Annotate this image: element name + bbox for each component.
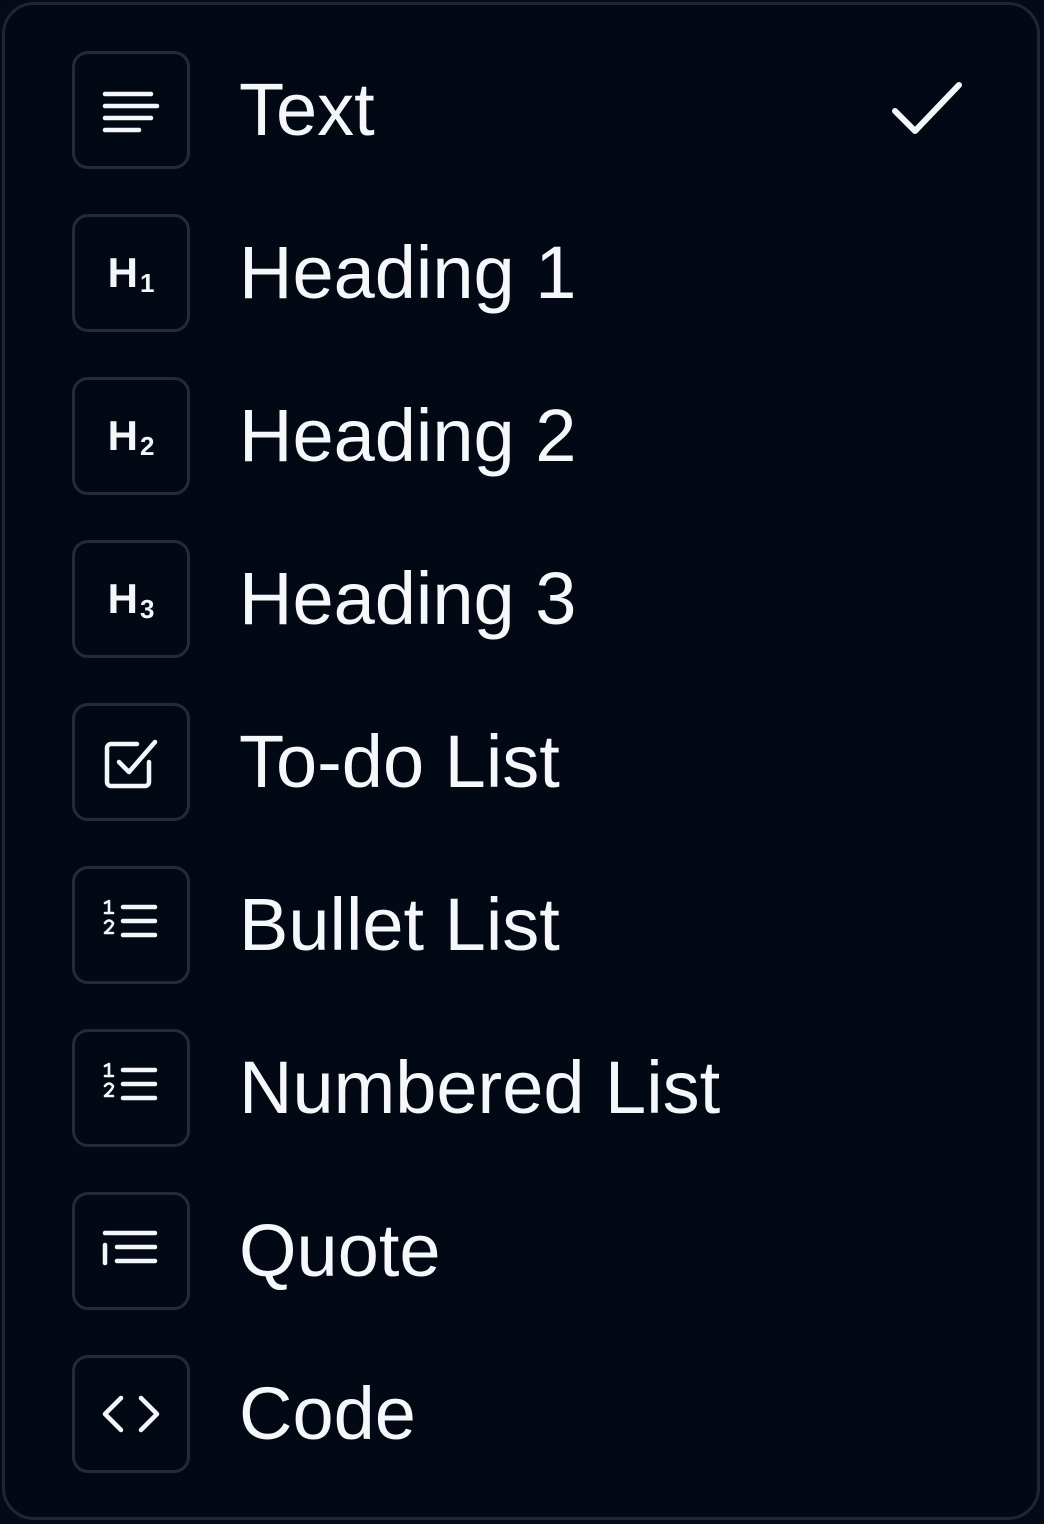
- menu-item-numbered-list[interactable]: Numbered List: [5, 1029, 1037, 1192]
- menu-item-label: To-do List: [239, 720, 560, 803]
- checkmark-icon: [892, 82, 962, 134]
- menu-item-label: Text: [239, 68, 375, 151]
- menu-item-text[interactable]: Text: [5, 51, 1037, 214]
- menu-item-heading-3[interactable]: H3 Heading 3: [5, 540, 1037, 703]
- menu-item-todo-list[interactable]: To-do List: [5, 703, 1037, 866]
- menu-item-label: Heading 2: [239, 394, 577, 477]
- menu-item-label: Heading 3: [239, 557, 577, 640]
- checkbox-icon: [72, 703, 190, 821]
- menu-item-label: Numbered List: [239, 1046, 721, 1129]
- menu-item-heading-2[interactable]: H2 Heading 2: [5, 377, 1037, 540]
- heading-1-icon: H1: [72, 214, 190, 332]
- menu-item-label: Code: [239, 1372, 416, 1455]
- menu-item-label: Quote: [239, 1209, 441, 1292]
- code-icon: [72, 1355, 190, 1473]
- block-type-menu: Text H1 Heading 1 H2 Heading 2 H3 Headin…: [2, 2, 1040, 1520]
- menu-item-heading-1[interactable]: H1 Heading 1: [5, 214, 1037, 377]
- list-ordered-icon: [72, 866, 190, 984]
- list-ordered-icon: [72, 1029, 190, 1147]
- menu-item-label: Heading 1: [239, 231, 577, 314]
- heading-2-icon: H2: [72, 377, 190, 495]
- quote-icon: [72, 1192, 190, 1310]
- menu-item-bullet-list[interactable]: Bullet List: [5, 866, 1037, 1029]
- heading-3-icon: H3: [72, 540, 190, 658]
- menu-item-label: Bullet List: [239, 883, 560, 966]
- menu-item-code[interactable]: Code: [5, 1355, 1037, 1518]
- menu-item-quote[interactable]: Quote: [5, 1192, 1037, 1355]
- text-align-icon: [72, 51, 190, 169]
